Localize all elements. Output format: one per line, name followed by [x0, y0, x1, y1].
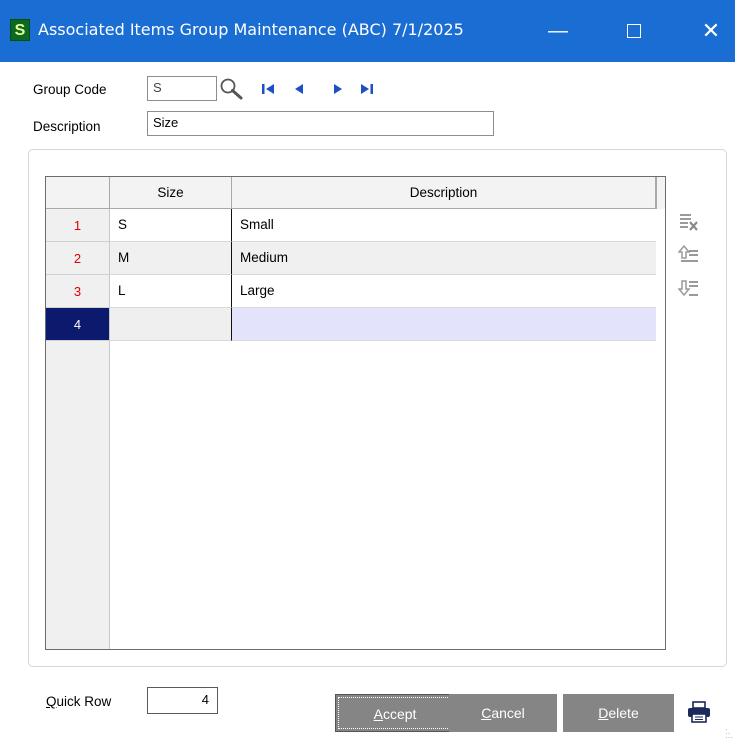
insert-row-above-icon[interactable]	[678, 244, 700, 266]
first-record-icon[interactable]	[259, 80, 277, 98]
sage-app-icon: S	[10, 19, 30, 41]
grid-row[interactable]: 2 M Medium	[46, 242, 656, 275]
resize-grip-icon[interactable]: · ·· ···	[725, 726, 733, 742]
cancel-button[interactable]: Cancel	[449, 694, 557, 732]
associated-items-grid: Size Description 1 S Small 2 M Medium 3 …	[45, 176, 666, 650]
maximize-icon	[627, 23, 641, 38]
row-number[interactable]: 3	[46, 275, 110, 308]
grid-row-current[interactable]: 4	[46, 308, 656, 341]
lookup-magnifier-icon[interactable]	[219, 77, 245, 101]
column-header-description[interactable]: Description	[232, 177, 656, 209]
grid-header-edge	[656, 177, 665, 209]
delete-row-icon[interactable]	[678, 211, 700, 233]
accept-button[interactable]: Accept	[335, 694, 455, 732]
description-cell[interactable]: Large	[232, 275, 656, 308]
size-cell[interactable]	[110, 308, 232, 341]
delete-button[interactable]: Delete	[563, 694, 674, 732]
minimize-button[interactable]: —	[535, 12, 581, 50]
description-cell[interactable]: Small	[232, 209, 656, 242]
description-label: Description	[33, 119, 101, 134]
group-code-input[interactable]: S	[147, 76, 217, 101]
row-number[interactable]: 1	[46, 209, 110, 242]
maximize-button[interactable]	[611, 12, 657, 50]
grid-row[interactable]: 3 L Large	[46, 275, 656, 308]
grid-row[interactable]: 1 S Small	[46, 209, 656, 242]
insert-row-below-icon[interactable]	[678, 277, 700, 299]
row-number[interactable]: 4	[46, 308, 110, 341]
group-code-label: Group Code	[33, 82, 107, 97]
grid-corner-header	[46, 177, 110, 209]
next-record-icon[interactable]	[329, 80, 347, 98]
column-header-size[interactable]: Size	[110, 177, 232, 209]
close-button[interactable]: ✕	[688, 12, 734, 50]
title-bar: S Associated Items Group Maintenance (AB…	[0, 0, 735, 62]
description-cell[interactable]	[232, 308, 656, 341]
window-title: Associated Items Group Maintenance (ABC)…	[38, 20, 464, 39]
quick-row-label: Quick Row	[46, 694, 112, 709]
printer-icon[interactable]	[686, 700, 712, 724]
description-input[interactable]: Size	[147, 111, 494, 136]
description-cell[interactable]: Medium	[232, 242, 656, 275]
size-cell[interactable]: M	[110, 242, 232, 275]
previous-record-icon[interactable]	[290, 80, 308, 98]
size-cell[interactable]: L	[110, 275, 232, 308]
size-cell[interactable]: S	[110, 209, 232, 242]
last-record-icon[interactable]	[358, 80, 376, 98]
quick-row-input[interactable]: 4	[147, 687, 218, 714]
row-number[interactable]: 2	[46, 242, 110, 275]
